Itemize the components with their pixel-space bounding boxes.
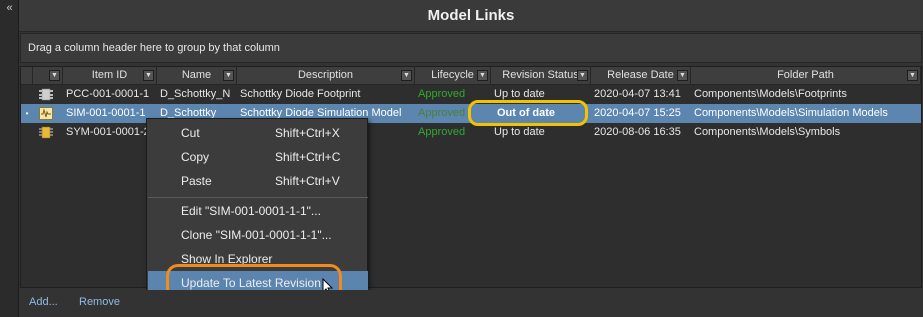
cell-item-id: PCC-001-0001-1	[66, 88, 150, 100]
revision-status-highlight	[468, 100, 588, 126]
column-header-name[interactable]: Name ▼	[157, 67, 237, 85]
cell-folder-path: Components\Models\Simulation Models	[694, 107, 888, 119]
cell-release-date: 2020-04-07 15:25	[594, 107, 681, 119]
menu-item-edit[interactable]: Edit "SIM-001-0001-1-1"...	[148, 199, 368, 223]
filter-icon[interactable]: ▼	[401, 70, 412, 81]
remove-button[interactable]: Remove	[79, 296, 120, 308]
cell-name: D_Schottky_N	[160, 88, 231, 100]
column-header-label: Folder Path	[777, 69, 834, 81]
column-header-release-date[interactable]: Release Date ▼	[591, 67, 691, 85]
column-header-label: Description	[297, 69, 354, 81]
shortcut-label: Shift+Ctrl+C	[275, 150, 341, 164]
filter-icon[interactable]: ▼	[577, 70, 588, 81]
cell-release-date: 2020-04-07 13:41	[594, 88, 681, 100]
current-row-indicator: •	[25, 109, 29, 118]
left-side-strip: «	[0, 0, 19, 317]
collapse-panel-icon[interactable]: «	[3, 2, 16, 14]
menu-item-label: Copy	[181, 150, 210, 164]
column-header-description[interactable]: Description ▼	[237, 67, 415, 85]
menu-item-label: Paste	[181, 174, 212, 188]
column-header-folder-path[interactable]: Folder Path ▼	[691, 67, 921, 85]
cell-release-date: 2020-08-06 16:35	[594, 126, 681, 138]
column-header-label: Revision Status	[502, 69, 579, 81]
filter-icon[interactable]: ▼	[477, 70, 488, 81]
cell-item-id: SIM-001-0001-1	[66, 107, 146, 119]
cell-description: Schottky Diode Footprint	[240, 88, 361, 100]
row-indicator	[21, 85, 33, 104]
filter-icon[interactable]: ▼	[143, 70, 154, 81]
column-header-type[interactable]: ▼	[33, 67, 63, 85]
menu-item-label: Edit "SIM-001-0001-1-1"...	[181, 204, 321, 218]
footprint-icon	[39, 88, 53, 101]
column-header-label: Item ID	[91, 69, 128, 81]
filter-icon[interactable]: ▼	[907, 70, 918, 81]
shortcut-label: Shift+Ctrl+X	[275, 126, 340, 140]
menu-item-label: Cut	[181, 126, 200, 140]
filter-icon[interactable]: ▼	[677, 70, 688, 81]
menu-item-clone[interactable]: Clone "SIM-001-0001-1-1"...	[148, 223, 368, 247]
column-header-item-id[interactable]: Item ID ▼	[63, 67, 157, 85]
column-header-lifecycle[interactable]: Lifecycle ▼	[415, 67, 491, 85]
row-indicator-header	[21, 67, 33, 85]
symbol-icon	[39, 126, 53, 139]
column-header-label: Lifecycle	[431, 69, 474, 81]
menu-item-cut[interactable]: Cut Shift+Ctrl+X	[148, 121, 368, 145]
menu-item-label: Clone "SIM-001-0001-1-1"...	[181, 228, 332, 242]
add-button[interactable]: Add...	[29, 296, 58, 308]
column-header-label: Release Date	[607, 69, 674, 81]
menu-separator	[148, 197, 368, 198]
filter-icon[interactable]: ▼	[223, 70, 234, 81]
column-header-revision-status[interactable]: Revision Status ▼	[491, 67, 591, 85]
cell-folder-path: Components\Models\Symbols	[694, 126, 841, 138]
panel-title: Model Links	[19, 0, 923, 32]
column-header-label: Name	[181, 69, 212, 81]
row-indicator	[21, 123, 33, 142]
filter-icon[interactable]: ▼	[49, 70, 60, 81]
cell-folder-path: Components\Models\Footprints	[694, 88, 847, 100]
cell-item-id: SYM-001-0001-2	[66, 126, 150, 138]
shortcut-label: Shift+Ctrl+V	[275, 174, 340, 188]
group-by-drop-area[interactable]: Drag a column header here to group by th…	[20, 33, 922, 63]
menu-item-copy[interactable]: Copy Shift+Ctrl+C	[148, 145, 368, 169]
panel-footer: Add... Remove	[19, 290, 923, 317]
menu-item-paste[interactable]: Paste Shift+Ctrl+V	[148, 169, 368, 193]
simulation-model-icon	[39, 107, 53, 120]
